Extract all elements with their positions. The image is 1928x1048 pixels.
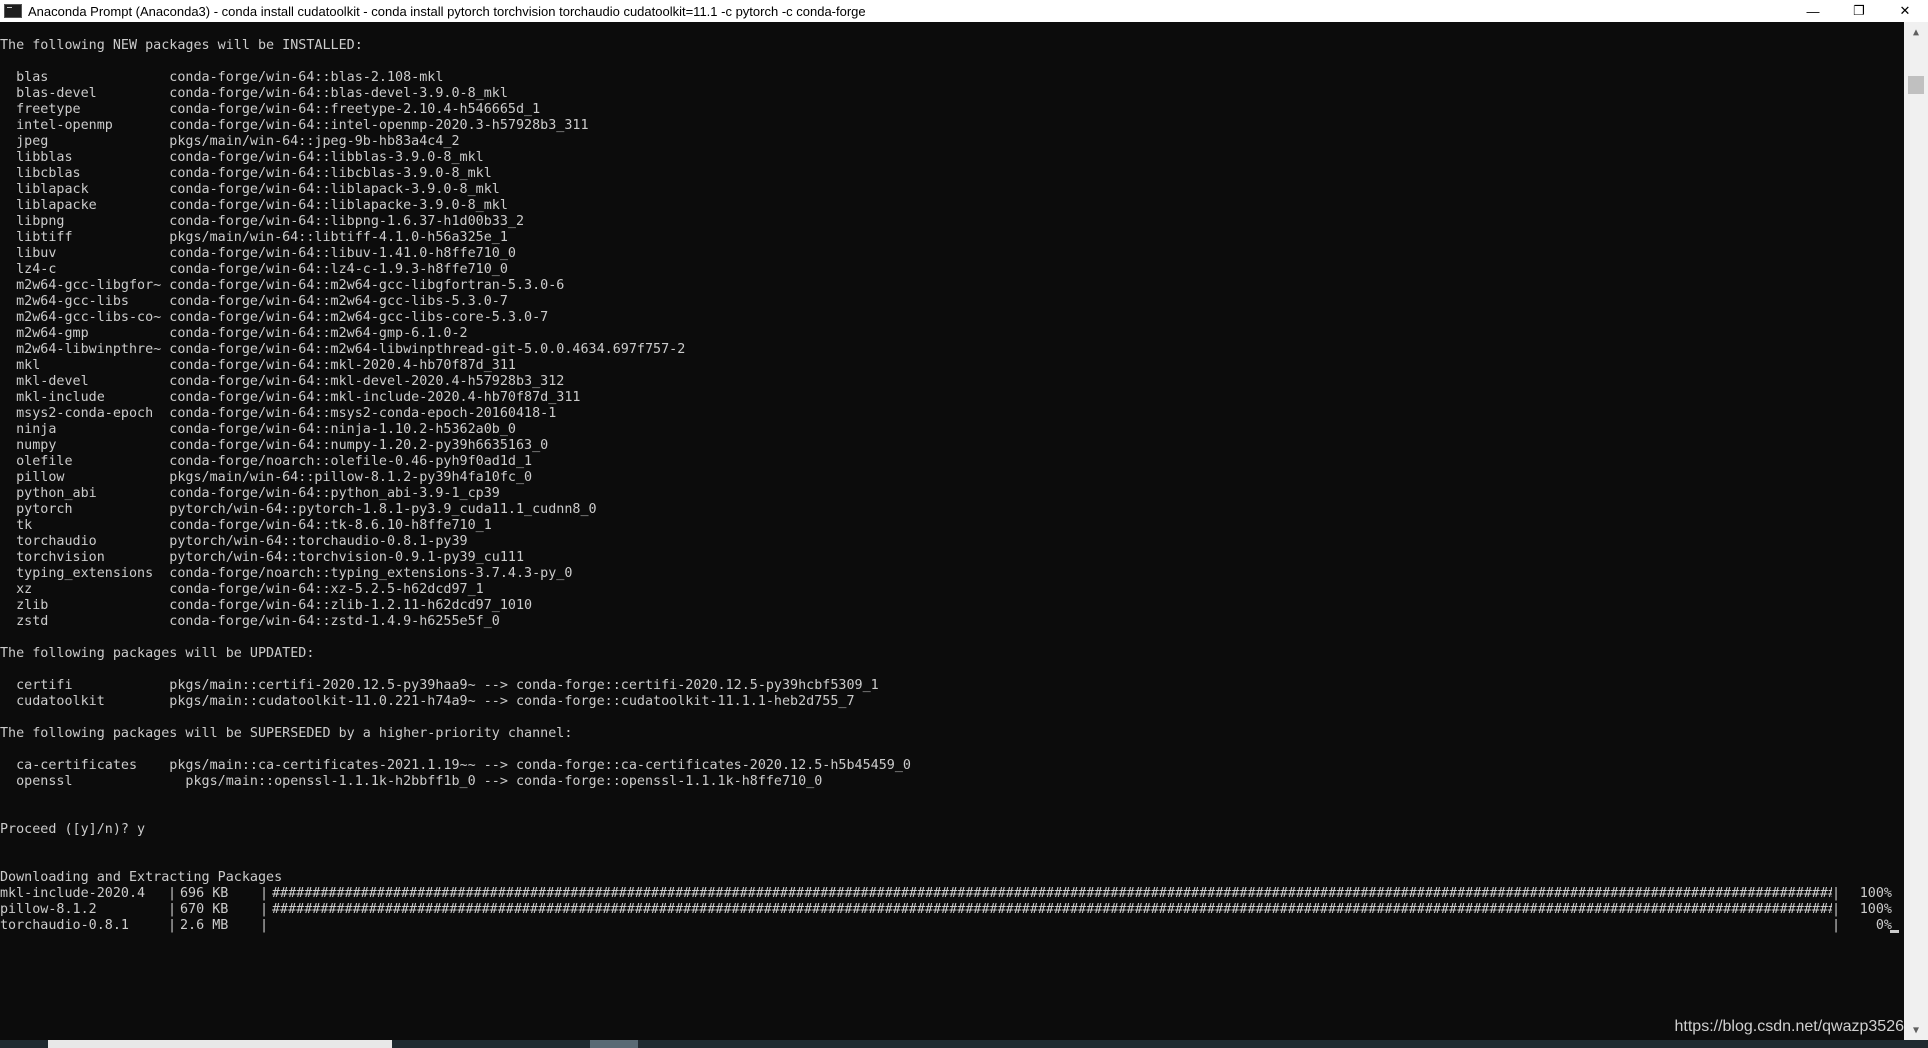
console-line: lz4-c conda-forge/win-64::lz4-c-1.9.3-h8…: [0, 262, 508, 277]
console-line: numpy conda-forge/win-64::numpy-1.20.2-p…: [0, 438, 549, 453]
console-line: torchaudio pytorch/win-64::torchaudio-0.…: [0, 534, 468, 549]
download-progress-bar: [272, 918, 1832, 934]
console-line: intel-openmp conda-forge/win-64::intel-o…: [0, 118, 589, 133]
download-size: 696 KB: [180, 886, 229, 901]
console-line: tk conda-forge/win-64::tk-8.6.10-h8ffe71…: [0, 518, 492, 533]
download-separator: |: [1832, 886, 1841, 901]
console-line: mkl-devel conda-forge/win-64::mkl-devel-…: [0, 374, 565, 389]
console-line: openssl pkgs/main::openssl-1.1.1k-h2bbff…: [0, 774, 823, 789]
console-line: pillow pkgs/main/win-64::pillow-8.1.2-py…: [0, 470, 533, 485]
scroll-down-arrow-icon[interactable]: ▼: [1904, 1020, 1928, 1040]
download-size: 2.6 MB: [180, 918, 229, 933]
console-output[interactable]: The following NEW packages will be INSTA…: [0, 22, 1904, 1040]
console-line: liblapacke conda-forge/win-64::liblapack…: [0, 198, 508, 213]
download-row: torchaudio-0.8.1 | 2.6 MB | | 0%: [0, 918, 1904, 934]
console-line: ninja conda-forge/win-64::ninja-1.10.2-h…: [0, 422, 516, 437]
download-separator: |: [168, 886, 177, 901]
console-line: ca-certificates pkgs/main::ca-certificat…: [0, 758, 911, 773]
console-line: mkl-include conda-forge/win-64::mkl-incl…: [0, 390, 581, 405]
console-line: typing_extensions conda-forge/noarch::ty…: [0, 566, 573, 581]
close-button[interactable]: ✕: [1882, 0, 1928, 22]
text-cursor: [1890, 930, 1899, 933]
download-progress-bar: ########################################…: [272, 886, 1832, 901]
download-package-name: mkl-include-2020.4: [0, 886, 146, 901]
download-separator: |: [1832, 902, 1841, 917]
console-line: The following packages will be SUPERSEDE…: [0, 726, 573, 741]
console-line: m2w64-gcc-libs conda-forge/win-64::m2w64…: [0, 294, 508, 309]
download-row: mkl-include-2020.4 | 696 KB | ##############…: [0, 886, 1904, 902]
download-size: 670 KB: [180, 902, 229, 917]
download-separator: |: [168, 918, 177, 933]
download-row: pillow-8.1.2 | 670 KB | ####################…: [0, 902, 1904, 918]
console-line: blas conda-forge/win-64::blas-2.108-mkl: [0, 70, 444, 85]
taskbar-item[interactable]: [590, 1040, 638, 1048]
vertical-scrollbar[interactable]: ▲ ▼: [1904, 22, 1928, 1040]
download-progress-list: mkl-include-2020.4 | 696 KB | ##############…: [0, 886, 1904, 934]
console-line: libcblas conda-forge/win-64::libcblas-3.…: [0, 166, 492, 181]
window-controls: — ❐ ✕: [1790, 0, 1928, 22]
download-percent: 100%: [1859, 886, 1892, 901]
console-line: pytorch pytorch/win-64::pytorch-1.8.1-py…: [0, 502, 597, 517]
console-line: xz conda-forge/win-64::xz-5.2.5-h62dcd97…: [0, 582, 484, 597]
window-title: Anaconda Prompt (Anaconda3) - conda inst…: [28, 3, 866, 19]
console-app-icon[interactable]: [4, 4, 22, 18]
minimize-button[interactable]: —: [1790, 0, 1836, 22]
console-line: The following packages will be UPDATED:: [0, 646, 315, 661]
scroll-up-arrow-icon[interactable]: ▲: [1904, 22, 1928, 42]
console-line: libtiff pkgs/main/win-64::libtiff-4.1.0-…: [0, 230, 508, 245]
console-lines: The following NEW packages will be INSTA…: [0, 22, 1904, 886]
console-line: The following NEW packages will be INSTA…: [0, 38, 363, 53]
watermark-url: https://blog.csdn.net/qwazp3526: [1674, 1018, 1905, 1035]
console-line: liblapack conda-forge/win-64::liblapack-…: [0, 182, 500, 197]
download-package-name: torchaudio-0.8.1: [0, 918, 129, 933]
console-line: blas-devel conda-forge/win-64::blas-deve…: [0, 86, 508, 101]
download-separator: |: [260, 886, 269, 901]
download-percent: 0%: [1875, 918, 1892, 933]
restore-button[interactable]: ❐: [1836, 0, 1882, 22]
taskbar-item-active[interactable]: [48, 1040, 392, 1048]
console-line: libblas conda-forge/win-64::libblas-3.9.…: [0, 150, 484, 165]
console-line: cudatoolkit pkgs/main::cudatoolkit-11.0.…: [0, 694, 855, 709]
download-separator: |: [260, 902, 269, 917]
console-line: python_abi conda-forge/win-64::python_ab…: [0, 486, 500, 501]
console-line: olefile conda-forge/noarch::olefile-0.46…: [0, 454, 533, 469]
console-line: certifi pkgs/main::certifi-2020.12.5-py3…: [0, 678, 879, 693]
console-line: zlib conda-forge/win-64::zlib-1.2.11-h62…: [0, 598, 533, 613]
console-line: mkl conda-forge/win-64::mkl-2020.4-hb70f…: [0, 358, 516, 373]
console-line: zstd conda-forge/win-64::zstd-1.4.9-h625…: [0, 614, 500, 629]
console-line: libuv conda-forge/win-64::libuv-1.41.0-h…: [0, 246, 516, 261]
download-separator: |: [168, 902, 177, 917]
download-progress-bar: ########################################…: [272, 902, 1832, 917]
console-line: m2w64-gcc-libs-co~ conda-forge/win-64::m…: [0, 310, 549, 325]
console-line: msys2-conda-epoch conda-forge/win-64::ms…: [0, 406, 557, 421]
download-separator: |: [260, 918, 269, 933]
taskbar: [0, 1040, 1928, 1048]
console-line: m2w64-gmp conda-forge/win-64::m2w64-gmp-…: [0, 326, 468, 341]
console-line: m2w64-gcc-libgfor~ conda-forge/win-64::m…: [0, 278, 565, 293]
title-bar[interactable]: Anaconda Prompt (Anaconda3) - conda inst…: [0, 0, 1928, 22]
console-line: m2w64-libwinpthre~ conda-forge/win-64::m…: [0, 342, 686, 357]
download-percent: 100%: [1859, 902, 1892, 917]
scrollbar-thumb[interactable]: [1908, 76, 1924, 94]
console-line: jpeg pkgs/main/win-64::jpeg-9b-hb83a4c4_…: [0, 134, 460, 149]
download-package-name: pillow-8.1.2: [0, 902, 97, 917]
console-line: freetype conda-forge/win-64::freetype-2.…: [0, 102, 541, 117]
console-line: torchvision pytorch/win-64::torchvision-…: [0, 550, 525, 565]
console-line: Proceed ([y]/n)? y: [0, 822, 146, 837]
download-separator: |: [1832, 918, 1841, 933]
console-line: Downloading and Extracting Packages: [0, 870, 283, 885]
console-line: libpng conda-forge/win-64::libpng-1.6.37…: [0, 214, 525, 229]
